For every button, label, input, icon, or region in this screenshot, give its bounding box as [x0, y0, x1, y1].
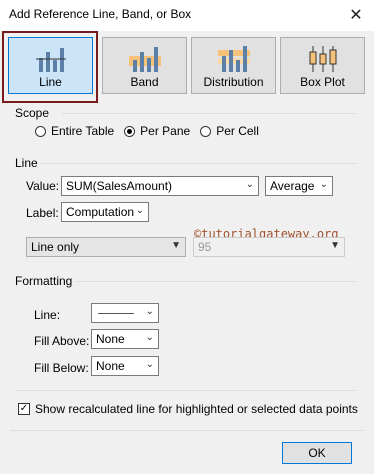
aggregation-dropdown-text: Average [270, 179, 315, 193]
line-style-preview [98, 313, 134, 314]
scope-per-cell-radio[interactable]: Per Cell [200, 124, 259, 138]
fill-above-label: Fill Above: [34, 334, 90, 348]
fill-above-dropdown[interactable]: None ⌄ [91, 329, 159, 349]
line-section-title: Line [15, 156, 38, 170]
fill-above-dropdown-text: None [96, 332, 125, 346]
value-dropdown[interactable]: SUM(SalesAmount) ⌄ [61, 176, 259, 196]
confidence-dropdown-text: 95 [198, 240, 212, 254]
chevron-down-icon: ⌄ [319, 179, 328, 190]
label-label: Label: [26, 206, 59, 220]
box-plot-type-button[interactable]: Box Plot [280, 37, 365, 94]
confidence-dropdown: 95 ▼ [193, 237, 345, 257]
scope-per-pane-radio[interactable]: Per Pane [124, 124, 190, 138]
show-recalculated-label: Show recalculated line for highlighted o… [35, 402, 358, 416]
distribution-type-label: Distribution [203, 75, 264, 89]
line-mode-dropdown[interactable]: Line only ▼ [26, 237, 186, 257]
radio-selected-icon [124, 125, 136, 137]
aggregation-dropdown[interactable]: Average ⌄ [265, 176, 333, 196]
line-style-label: Line: [34, 308, 61, 322]
chevron-down-icon: ⌄ [245, 179, 254, 190]
ok-button[interactable]: OK [282, 442, 352, 464]
label-dropdown[interactable]: Computation ⌄ [61, 202, 149, 222]
chevron-down-icon: ⌄ [135, 205, 144, 216]
band-type-button[interactable]: Band [102, 37, 187, 94]
chevron-down-icon: ⌄ [145, 359, 154, 370]
label-dropdown-text: Computation [66, 205, 135, 219]
band-chart-icon [129, 47, 161, 72]
scope-radio-group: Entire Table Per Pane Per Cell [35, 124, 269, 138]
line-chart-icon [36, 48, 66, 72]
value-dropdown-text: SUM(SalesAmount) [66, 179, 173, 193]
value-label: Value: [26, 179, 60, 193]
footer-divider [10, 430, 364, 431]
line-style-dropdown[interactable]: ⌄ [91, 303, 159, 323]
fill-below-dropdown[interactable]: None ⌄ [91, 356, 159, 376]
triangle-down-icon: ▼ [330, 240, 340, 251]
line-divider [40, 163, 356, 164]
radio-icon [35, 125, 46, 137]
title-bar: Add Reference Line, Band, or Box ✕ [0, 0, 374, 31]
distribution-type-button[interactable]: Distribution [191, 37, 276, 94]
scope-divider [62, 113, 356, 114]
reference-line-dialog: Add Reference Line, Band, or Box ✕ Line … [0, 0, 374, 474]
checkbox-checked-icon[interactable]: ✓ [18, 403, 30, 415]
scope-entire-table-radio[interactable]: Entire Table [35, 124, 114, 138]
dialog-title: Add Reference Line, Band, or Box [9, 7, 192, 21]
line-mode-dropdown-text: Line only [31, 240, 80, 254]
band-type-label: Band [130, 75, 159, 89]
radio-icon [200, 125, 212, 137]
fill-below-dropdown-text: None [96, 359, 125, 373]
box-plot-icon [309, 46, 337, 72]
line-type-label: Line [39, 75, 62, 89]
line-type-button[interactable]: Line [8, 37, 93, 94]
scope-per-cell-label: Per Cell [216, 124, 259, 138]
show-recalculated-checkbox-row[interactable]: ✓ Show recalculated line for highlighted… [18, 402, 358, 416]
chevron-down-icon: ⌄ [145, 306, 154, 317]
formatting-divider [76, 281, 356, 282]
options-divider [15, 390, 356, 391]
scope-entire-table-label: Entire Table [51, 124, 115, 138]
scope-section-title: Scope [15, 106, 50, 120]
distribution-chart-icon [218, 46, 250, 72]
fill-below-label: Fill Below: [34, 361, 89, 375]
triangle-down-icon: ▼ [171, 240, 181, 251]
box-plot-type-label: Box Plot [300, 75, 345, 89]
scope-per-pane-label: Per Pane [140, 124, 191, 138]
chevron-down-icon: ⌄ [145, 332, 154, 343]
close-icon[interactable]: ✕ [348, 5, 364, 25]
formatting-section-title: Formatting [15, 274, 73, 288]
